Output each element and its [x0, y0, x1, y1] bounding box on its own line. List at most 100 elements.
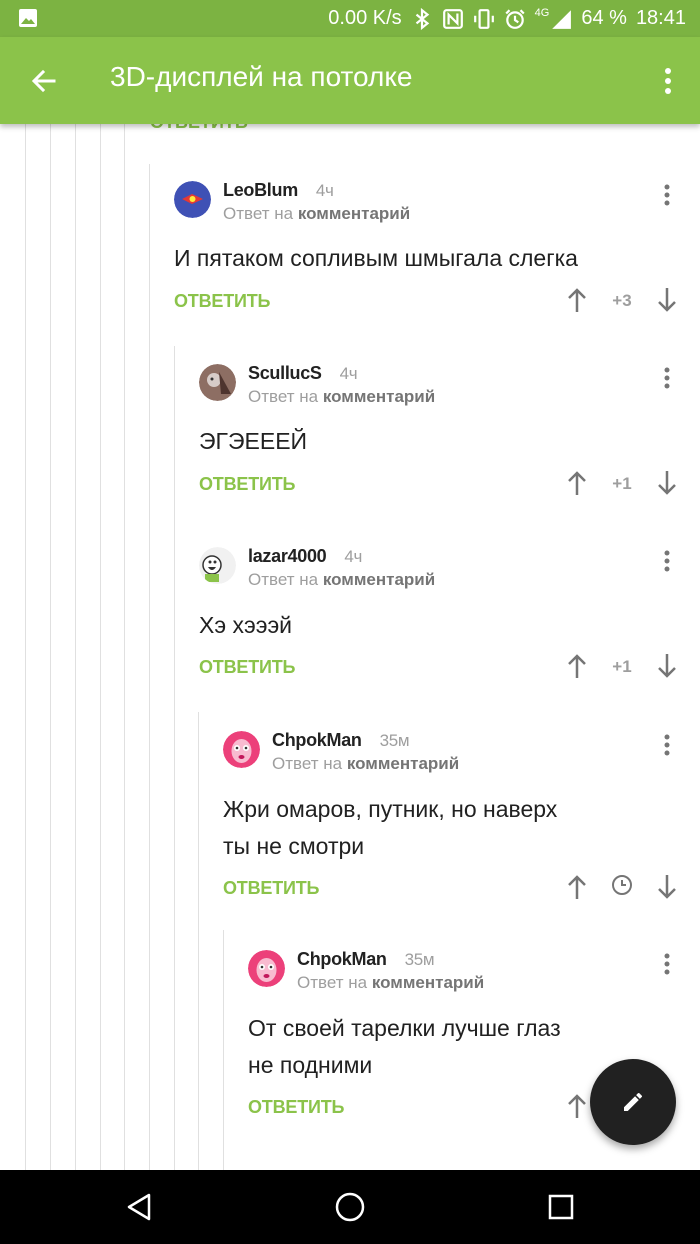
comment-time: 4ч: [344, 547, 363, 566]
arrow-down-icon: [658, 654, 676, 678]
reply-to-info[interactable]: Ответ на комментарий: [248, 387, 435, 407]
arrow-up-icon: [568, 1094, 586, 1118]
upvote-button[interactable]: [565, 468, 589, 498]
vibrate-icon: [473, 8, 494, 29]
nfc-icon: [442, 8, 463, 29]
clock-time: 18:41: [635, 7, 686, 29]
upvote-button[interactable]: [565, 872, 589, 902]
comment: LeoBlum 4ч Ответ на комментарий И пятаком…: [174, 180, 700, 331]
back-button[interactable]: [22, 59, 66, 103]
thread-line: [223, 930, 224, 1170]
comment-text: От своей тарелки лучше глаз не подними: [248, 1015, 561, 1078]
comment-menu-button[interactable]: [657, 181, 677, 209]
app-bar: 3D-дисплей на потолке: [0, 37, 700, 124]
comment-author[interactable]: LeoBlum 4ч: [223, 180, 334, 201]
thread-line: [124, 124, 125, 1170]
system-nav-bar: [0, 1170, 700, 1244]
downvote-button[interactable]: [655, 872, 679, 902]
comments-feed[interactable]: ОТВЕТИТЬ LeoBlum4ч Ответ на комментарий …: [0, 124, 700, 1170]
comment-text: И пятаком сопливым шмыгала слегка: [174, 245, 578, 271]
write-comment-fab[interactable]: [590, 1059, 676, 1145]
comment-score: +1: [612, 474, 632, 493]
nav-back-icon: [127, 1193, 151, 1221]
thread-line: [100, 124, 101, 1170]
arrow-down-icon: [658, 471, 676, 495]
nav-home-icon: [335, 1192, 365, 1222]
avatar[interactable]: [199, 547, 236, 584]
more-vert-icon: [664, 184, 670, 206]
thread-line: [50, 124, 51, 1170]
downvote-button[interactable]: [655, 468, 679, 498]
arrow-up-icon: [568, 654, 586, 678]
edit-pencil-icon: [624, 1092, 643, 1111]
reply-button[interactable]: ОТВЕТИТЬ: [174, 291, 270, 312]
comment: lazar4000 4ч Ответ на комментарий Хэ хэээ…: [199, 546, 700, 697]
score-pending: [602, 874, 642, 901]
avatar[interactable]: [248, 950, 285, 987]
comment-menu-button[interactable]: [657, 731, 677, 759]
comment-time: 35м: [379, 731, 410, 750]
avatar[interactable]: [199, 364, 236, 401]
downvote-button[interactable]: [655, 651, 679, 681]
alarm-icon: [505, 8, 525, 29]
avatar[interactable]: [223, 731, 260, 768]
comment-score: +3: [612, 291, 632, 310]
comment-time: 4ч: [315, 181, 334, 200]
reply-button-partial[interactable]: ОТВЕТИТЬ: [150, 124, 248, 133]
downvote-button[interactable]: [655, 285, 679, 315]
comment: ScullucS 4ч Ответ на комментарий ЭГЭЕЕЕЙ …: [199, 363, 700, 514]
thread-line: [174, 346, 175, 1170]
more-vert-icon: [664, 953, 670, 975]
bluetooth-icon: [415, 7, 429, 30]
battery-level: 64 %: [581, 7, 627, 29]
comment-author[interactable]: ChpokMan 35м: [297, 949, 435, 970]
comment-author[interactable]: lazar4000 4ч: [248, 546, 362, 567]
upvote-button[interactable]: [565, 651, 589, 681]
nav-recents-button[interactable]: [541, 1187, 581, 1227]
reply-to-info[interactable]: Ответ на комментарий: [297, 973, 484, 993]
nav-recents-icon: [548, 1194, 574, 1220]
more-vert-icon: [664, 734, 670, 756]
page-title: 3D-дисплей на потолке: [110, 61, 413, 92]
image-icon: [19, 9, 37, 27]
more-vert-icon: [664, 550, 670, 572]
arrow-down-icon: [658, 288, 676, 312]
reply-button[interactable]: ОТВЕТИТЬ: [199, 657, 295, 678]
upvote-button[interactable]: [565, 1091, 589, 1121]
thread-line: [75, 124, 76, 1170]
arrow-up-icon: [568, 288, 586, 312]
reply-to-info[interactable]: Ответ на комментарий: [248, 570, 435, 590]
comment-menu-button[interactable]: [657, 364, 677, 392]
comment-text: Жри омаров, путник, но наверх ты не смот…: [223, 796, 558, 859]
back-arrow-icon: [31, 69, 56, 93]
comment-text: Хэ хэээй: [199, 612, 293, 638]
reply-button[interactable]: ОТВЕТИТЬ: [199, 474, 295, 495]
comment-time: 35м: [404, 950, 435, 969]
overflow-menu-button[interactable]: [656, 59, 680, 103]
clock-icon: [612, 875, 632, 895]
comment-score: +1: [612, 657, 632, 676]
comment-menu-button[interactable]: [657, 547, 677, 575]
reply-button[interactable]: ОТВЕТИТЬ: [223, 878, 319, 899]
reply-button[interactable]: ОТВЕТИТЬ: [248, 1097, 344, 1118]
network-speed: 0.00 K/s: [328, 7, 402, 29]
signal-icon: [552, 9, 572, 29]
nav-back-button[interactable]: [119, 1187, 159, 1227]
status-bar: 0.00 K/s 4G 64 % 18:41: [0, 0, 700, 37]
thread-line: [25, 124, 26, 1170]
comment-text: ЭГЭЕЕЕЙ: [199, 428, 308, 454]
nav-home-button[interactable]: [330, 1187, 370, 1227]
more-vert-icon: [664, 367, 670, 389]
arrow-down-icon: [658, 875, 676, 899]
comment-author[interactable]: ChpokMan 35м: [272, 730, 410, 751]
reply-to-info[interactable]: Ответ на комментарий: [223, 204, 410, 224]
avatar[interactable]: [174, 181, 211, 218]
comment-author[interactable]: ScullucS 4ч: [248, 363, 358, 384]
comment: ChpokMan 35м Ответ на комментарий Жри ома…: [223, 730, 700, 916]
arrow-up-icon: [568, 471, 586, 495]
comment-time: 4ч: [339, 364, 358, 383]
comment-menu-button[interactable]: [657, 950, 677, 978]
upvote-button[interactable]: [565, 285, 589, 315]
network-type: 4G: [534, 6, 550, 19]
reply-to-info[interactable]: Ответ на комментарий: [272, 754, 459, 774]
